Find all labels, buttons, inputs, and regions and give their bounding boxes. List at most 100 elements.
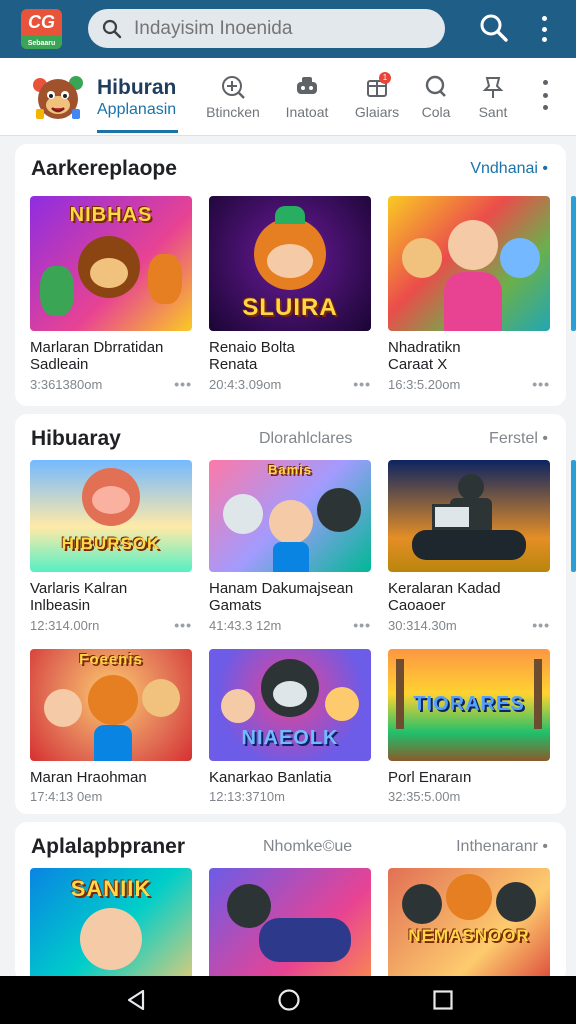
system-nav-bar <box>0 976 576 1024</box>
thumbnail-text: SANIIK <box>70 876 152 901</box>
tab-label: Glaiars <box>354 104 400 120</box>
app-thumbnail: NEMASNOOR <box>388 868 550 982</box>
more-icon[interactable]: ••• <box>353 376 371 392</box>
more-icon[interactable]: ••• <box>532 617 550 633</box>
more-vert-icon[interactable] <box>541 80 549 110</box>
category-subtitle[interactable]: Applanasin <box>97 101 176 119</box>
app-thumbnail: NIAEOLK <box>209 649 371 761</box>
section-aplalapbpraner: Aplalapbpraner Nhomke©ue Inthenaranr • S… <box>15 822 566 982</box>
search-input[interactable] <box>134 17 434 40</box>
app-title: Keralaran Kadad Caoaoer <box>388 580 501 614</box>
recents-square-icon[interactable] <box>431 988 455 1012</box>
app-title: Hanam Dakumajsean Gamats <box>209 580 354 614</box>
app-title: Maran Hraohman <box>30 769 147 786</box>
tab-label: Btincken <box>206 104 260 120</box>
home-circle-icon[interactable] <box>277 988 301 1012</box>
search-icon <box>425 75 446 97</box>
tab-label: Sant <box>478 104 508 120</box>
thumbnail-text: Bamis <box>267 462 313 477</box>
app-card[interactable]: SLUIRA Renaio Bolta Renata 20:4:3.09om ••… <box>209 196 371 392</box>
section-subtitle: Dlorahlclares <box>259 430 353 447</box>
more-vert-icon[interactable] <box>534 14 554 44</box>
app-meta: 32:35:5.00m <box>388 789 461 804</box>
thumbnail-text: NIAEOLK <box>241 727 339 749</box>
app-card[interactable]: Nhadratikn Caraat X 16:3:5.20om ••• <box>388 196 550 392</box>
app-thumbnail: SLUIRA <box>209 196 371 331</box>
more-icon[interactable]: ••• <box>174 376 192 392</box>
more-icon[interactable]: ••• <box>174 617 192 633</box>
app-card[interactable]: TIORARES Porl Enaraın 32:35:5.00m <box>388 649 550 804</box>
thumbnail-text: TIORARES <box>413 693 525 715</box>
back-triangle-icon[interactable] <box>124 988 148 1012</box>
mascot-icon <box>33 76 83 119</box>
logo-word: Sebaaru <box>27 40 56 47</box>
app-card[interactable]: Bamis Hanam Dakumajsean Gamats 41:43.3 1… <box>209 460 371 633</box>
app-thumbnail <box>209 868 371 982</box>
search-bar[interactable] <box>88 9 445 48</box>
search-icon[interactable] <box>479 13 509 43</box>
tab-inatoat[interactable]: Inatoat <box>276 74 338 120</box>
app-meta: 12:314.00rn <box>30 617 100 633</box>
app-thumbnail: HIBURSOK <box>30 460 192 572</box>
app-thumbnail: SANIIK <box>30 868 192 982</box>
more-icon[interactable]: ••• <box>353 617 371 633</box>
active-tab-indicator <box>97 130 178 133</box>
notification-badge: 1 <box>379 72 391 84</box>
tab-sant[interactable]: Sant <box>462 74 524 120</box>
app-thumbnail: Foeenis <box>30 649 192 761</box>
app-thumbnail: NIBHAS <box>30 196 192 331</box>
app-meta: 20:4:3.09om <box>209 376 282 392</box>
app-logo[interactable]: CG Sebaaru <box>21 9 62 49</box>
tab-glaiars[interactable]: 1 Glaiars <box>346 72 408 120</box>
app-thumbnail: Bamis <box>209 460 371 572</box>
search-icon <box>102 19 122 38</box>
app-title: Porl Enaraın <box>388 769 472 786</box>
section-title: Aplalapbpraner <box>31 835 186 858</box>
app-card[interactable]: NIBHAS Marlaran Dbrratidan Sadleain 3:36… <box>30 196 192 392</box>
app-bar: CG Sebaaru <box>0 0 576 58</box>
app-meta: 16:3:5.20om <box>388 376 461 392</box>
tab-label: Cola <box>421 104 451 120</box>
category-title: Hiburan <box>97 76 177 99</box>
app-card[interactable]: Keralaran Kadad Caoaoer 30:314.30m ••• <box>388 460 550 633</box>
pin-icon <box>482 77 504 98</box>
more-icon[interactable]: ••• <box>532 376 550 392</box>
scroll-peek <box>571 460 576 572</box>
app-thumbnail <box>388 196 550 331</box>
section-title: Hibuaray <box>31 427 121 450</box>
app-thumbnail <box>388 460 550 572</box>
thumbnail-text: NEMASNOOR <box>408 926 530 945</box>
section-more-link[interactable]: Inthenaranr • <box>456 838 548 856</box>
tab-cola[interactable]: Cola <box>405 74 467 120</box>
tab-btincken[interactable]: Btincken <box>202 74 264 120</box>
app-card[interactable]: NEMASNOOR <box>388 868 550 982</box>
section-featured: Aarkereplaope Vndhanai • NIBHAS Marlaran… <box>15 144 566 406</box>
category-tab-bar: Hiburan Applanasin Btincken Inatoat 1 Gl… <box>0 58 576 136</box>
app-card[interactable] <box>209 868 371 982</box>
app-card[interactable]: HIBURSOK Varlaris Kalran Inlbeasin 12:31… <box>30 460 192 633</box>
app-card[interactable]: NIAEOLK Kanarkao Banlatia 12:13:3710m <box>209 649 371 804</box>
app-title: Nhadratikn Caraat X <box>388 339 461 373</box>
app-meta: 12:13:3710m <box>209 789 285 804</box>
section-title: Aarkereplaope <box>31 157 177 180</box>
thumbnail-text: NIBHAS <box>69 204 153 226</box>
tab-label: Inatoat <box>285 104 329 120</box>
section-subtitle: Nhomke©ue <box>263 838 353 855</box>
app-thumbnail: TIORARES <box>388 649 550 761</box>
app-meta: 41:43.3 12m <box>209 617 282 633</box>
scroll-peek <box>571 196 576 331</box>
app-card[interactable]: SANIIK <box>30 868 192 982</box>
thumbnail-text: SLUIRA <box>242 294 338 321</box>
section-more-link[interactable]: Vndhanai • <box>470 160 548 178</box>
section-more-link[interactable]: Ferstel • <box>489 430 548 448</box>
app-meta: 17:4:13 0em <box>30 789 103 804</box>
app-meta: 30:314.30m <box>388 617 457 633</box>
app-title: Renaio Bolta Renata <box>209 339 295 373</box>
thumbnail-text: Foeenis <box>79 651 143 668</box>
app-card[interactable]: Foeenis Maran Hraohman 17:4:13 0em <box>30 649 192 804</box>
thumbnail-text: HIBURSOK <box>61 534 161 553</box>
app-title: Marlaran Dbrratidan Sadleain <box>30 339 164 373</box>
app-meta: 3:361380om <box>30 376 103 392</box>
logo-mark: CG <box>28 12 55 32</box>
game-controller-icon <box>297 77 317 94</box>
